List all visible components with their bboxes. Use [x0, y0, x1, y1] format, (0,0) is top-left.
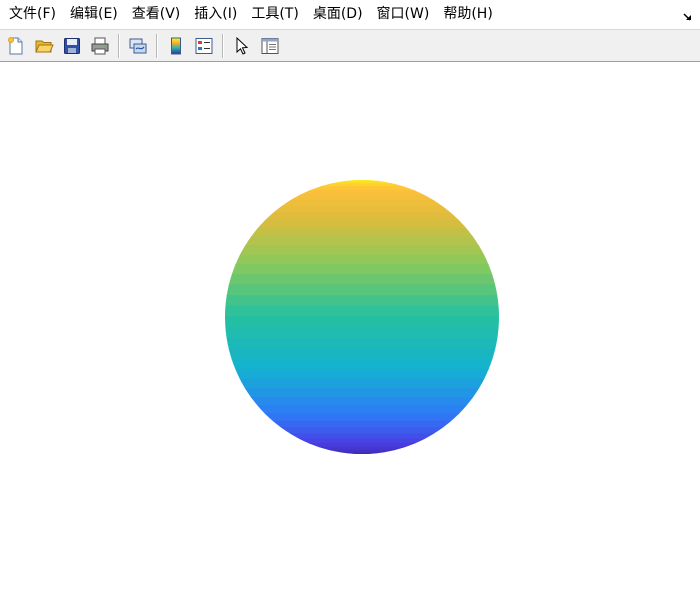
sphere-band — [225, 413, 499, 422]
menu-file[interactable]: 文件(F) — [2, 0, 63, 29]
sphere-band — [225, 235, 499, 246]
sphere-band — [225, 219, 499, 229]
menu-window[interactable]: 窗口(W) — [370, 0, 437, 29]
menu-tools[interactable]: 工具(T) — [244, 0, 305, 29]
sphere-band — [225, 405, 499, 415]
toolbar-separator — [222, 33, 224, 58]
sphere-band — [225, 348, 499, 360]
dock-arrow-icon[interactable] — [682, 8, 694, 21]
sphere-band — [225, 295, 499, 307]
menu-desktop[interactable]: 桌面(D) — [306, 0, 370, 29]
sphere-band — [225, 274, 499, 286]
sphere-band — [225, 337, 499, 350]
toolbar-separator — [118, 33, 120, 58]
sphere-band — [225, 358, 499, 370]
print-icon[interactable] — [88, 34, 112, 58]
sphere-band — [225, 254, 499, 266]
sphere-band — [225, 316, 499, 329]
sphere-band — [225, 327, 499, 339]
figure-canvas[interactable] — [0, 62, 700, 589]
property-inspector-icon[interactable] — [258, 34, 282, 58]
open-file-icon[interactable] — [32, 34, 56, 58]
toolbar-separator — [156, 33, 158, 58]
sphere-band — [225, 420, 499, 429]
sphere-band — [225, 244, 499, 256]
link-plot-icon[interactable] — [126, 34, 150, 58]
figure-window: 文件(F) 编辑(E) 查看(V) 插入(I) 工具(T) 桌面(D) 窗口(W… — [0, 0, 700, 589]
sphere-band — [225, 205, 499, 214]
insert-legend-icon[interactable] — [192, 34, 216, 58]
sphere-band — [225, 378, 499, 390]
new-figure-icon[interactable] — [4, 34, 28, 58]
save-icon[interactable] — [60, 34, 84, 58]
menu-bar: 文件(F) 编辑(E) 查看(V) 插入(I) 工具(T) 桌面(D) 窗口(W… — [0, 0, 700, 29]
sphere-band — [225, 264, 499, 276]
sphere-band — [225, 388, 499, 399]
sphere-band — [225, 284, 499, 297]
menu-view[interactable]: 查看(V) — [125, 0, 188, 29]
sphere-band — [225, 397, 499, 407]
sphere-band — [225, 427, 499, 435]
menu-edit[interactable]: 编辑(E) — [63, 0, 125, 29]
sphere-band — [225, 453, 499, 454]
sphere-band — [225, 368, 499, 380]
sphere-band — [225, 212, 499, 221]
sphere-surface — [225, 180, 499, 454]
menu-insert[interactable]: 插入(I) — [187, 0, 244, 29]
edit-plot-icon[interactable] — [230, 34, 254, 58]
figure-toolbar — [0, 29, 700, 62]
menu-help[interactable]: 帮助(H) — [436, 0, 499, 29]
sphere-band — [225, 199, 499, 207]
insert-colorbar-icon[interactable] — [164, 34, 188, 58]
sphere-plot — [225, 180, 499, 454]
sphere-band — [225, 227, 499, 237]
sphere-band — [225, 305, 499, 318]
